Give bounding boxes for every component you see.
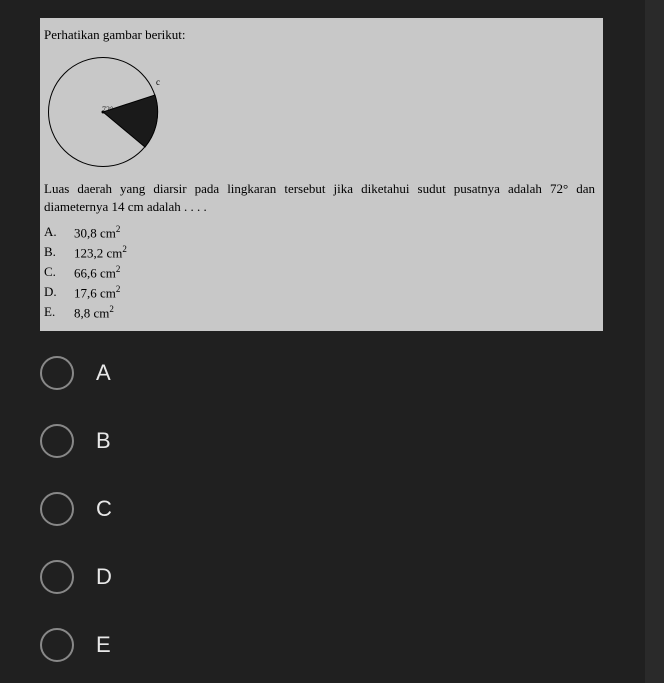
answer-letter: E. [44,303,74,323]
answer-letter: C. [44,263,74,283]
option-label: C [96,496,112,522]
answer-value: 30,8 cm2 [74,223,120,243]
answer-value: 123,2 cm2 [74,243,127,263]
answer-value: 17,6 cm2 [74,283,120,303]
answer-value: 66,6 cm2 [74,263,120,283]
question-text: Luas daerah yang diarsir pada lingkaran … [44,180,595,216]
radio-icon[interactable] [40,492,74,526]
answer-letter: D. [44,283,74,303]
radio-icon[interactable] [40,628,74,662]
question-answers-list: A. 30,8 cm2 B. 123,2 cm2 C. 66,6 cm2 D. … [44,223,595,324]
answer-value: 8,8 cm2 [74,303,114,323]
option-b[interactable]: B [40,424,645,458]
circle-diagram: c 72° [48,52,168,172]
answer-row: A. 30,8 cm2 [44,223,595,243]
options-container: A B C D E [40,356,645,662]
answer-row: D. 17,6 cm2 [44,283,595,303]
answer-row: E. 8,8 cm2 [44,303,595,323]
option-label: E [96,632,111,658]
question-header: Perhatikan gambar berikut: [44,26,595,44]
option-label: B [96,428,111,454]
answer-letter: B. [44,243,74,263]
option-label: D [96,564,112,590]
option-e[interactable]: E [40,628,645,662]
answer-letter: A. [44,223,74,243]
answer-row: C. 66,6 cm2 [44,263,595,283]
sector-shape [48,57,168,177]
diagram-label-c: c [156,76,160,89]
radio-icon[interactable] [40,424,74,458]
question-image-block: Perhatikan gambar berikut: c 72° Luas da… [40,18,603,331]
right-sidebar [645,0,664,683]
diagram-label-center: 72° [102,104,113,115]
radio-icon[interactable] [40,560,74,594]
option-d[interactable]: D [40,560,645,594]
quiz-container: Perhatikan gambar berikut: c 72° Luas da… [0,0,645,683]
option-a[interactable]: A [40,356,645,390]
radio-icon[interactable] [40,356,74,390]
option-label: A [96,360,111,386]
option-c[interactable]: C [40,492,645,526]
answer-row: B. 123,2 cm2 [44,243,595,263]
